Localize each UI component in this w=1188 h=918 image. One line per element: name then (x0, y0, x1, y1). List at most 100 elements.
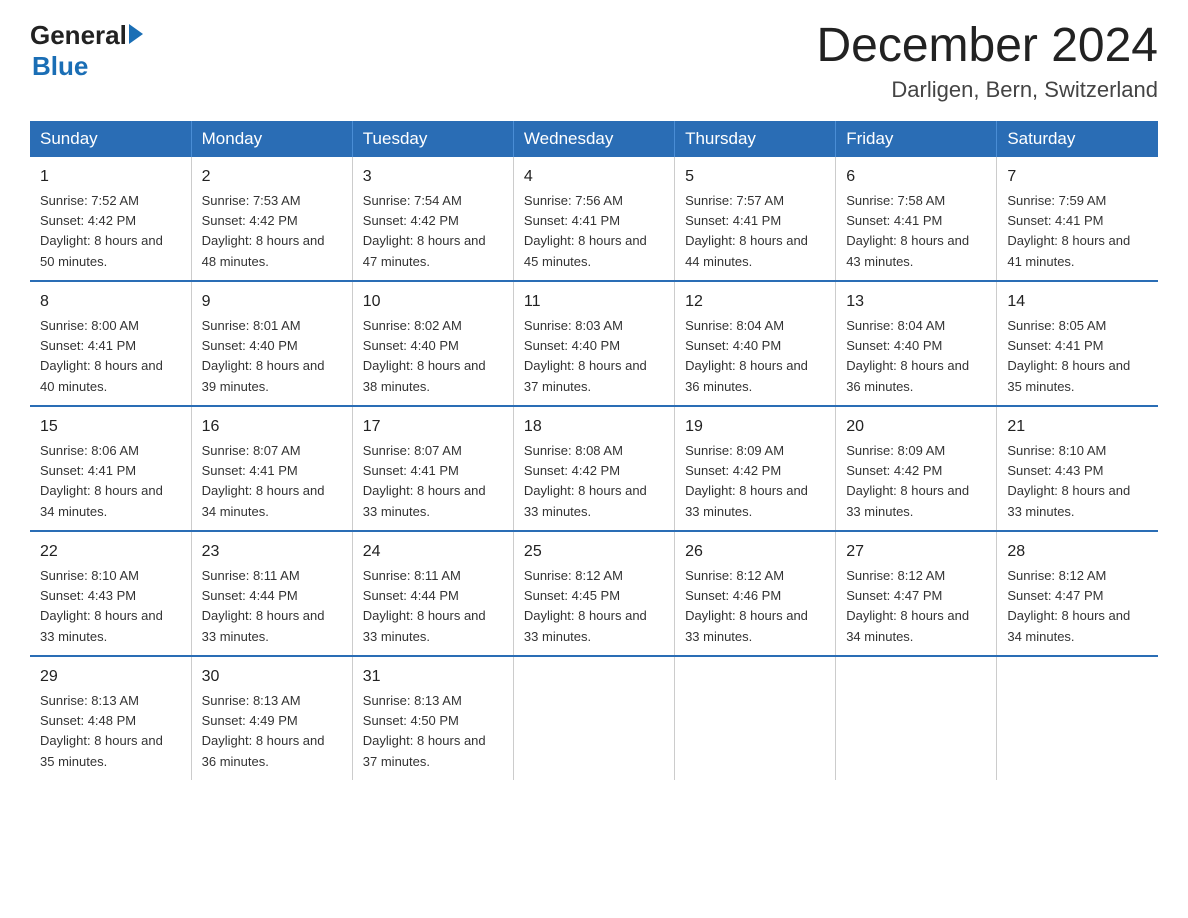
day-header-tuesday: Tuesday (352, 121, 513, 157)
calendar-cell: 7 Sunrise: 7:59 AMSunset: 4:41 PMDaylight… (997, 157, 1158, 281)
location-subtitle: Darligen, Bern, Switzerland (816, 77, 1158, 103)
calendar-week-row: 22 Sunrise: 8:10 AMSunset: 4:43 PMDayligh… (30, 531, 1158, 656)
day-number: 28 (1007, 540, 1148, 564)
day-info: Sunrise: 7:52 AMSunset: 4:42 PMDaylight:… (40, 193, 163, 269)
calendar-cell: 24 Sunrise: 8:11 AMSunset: 4:44 PMDayligh… (352, 531, 513, 656)
calendar-cell (836, 656, 997, 780)
calendar-cell: 17Sunrise: 8:07 AMSunset: 4:41 PMDayligh… (352, 406, 513, 531)
calendar-cell: 28 Sunrise: 8:12 AMSunset: 4:47 PMDayligh… (997, 531, 1158, 656)
calendar-cell: 13Sunrise: 8:04 AMSunset: 4:40 PMDayligh… (836, 281, 997, 406)
day-info: Sunrise: 8:11 AMSunset: 4:44 PMDaylight:… (202, 568, 325, 644)
day-info: Sunrise: 7:53 AMSunset: 4:42 PMDaylight:… (202, 193, 325, 269)
logo-arrow-icon (129, 24, 143, 44)
day-number: 20 (846, 415, 986, 439)
calendar-cell: 8 Sunrise: 8:00 AMSunset: 4:41 PMDaylight… (30, 281, 191, 406)
day-header-thursday: Thursday (675, 121, 836, 157)
day-info: Sunrise: 8:13 AMSunset: 4:50 PMDaylight:… (363, 693, 486, 769)
day-header-wednesday: Wednesday (513, 121, 674, 157)
day-header-friday: Friday (836, 121, 997, 157)
day-number: 7 (1007, 165, 1148, 189)
calendar-cell: 12 Sunrise: 8:04 AMSunset: 4:40 PMDayligh… (675, 281, 836, 406)
day-number: 6 (846, 165, 986, 189)
day-number: 25 (524, 540, 664, 564)
day-info: Sunrise: 8:06 AMSunset: 4:41 PMDaylight:… (40, 443, 163, 519)
day-info: Sunrise: 8:12 AMSunset: 4:47 PMDaylight:… (846, 568, 969, 644)
day-number: 19 (685, 415, 825, 439)
calendar-cell (513, 656, 674, 780)
calendar-cell: 19Sunrise: 8:09 AMSunset: 4:42 PMDayligh… (675, 406, 836, 531)
day-header-monday: Monday (191, 121, 352, 157)
calendar-cell: 14 Sunrise: 8:05 AMSunset: 4:41 PMDayligh… (997, 281, 1158, 406)
calendar-week-row: 1 Sunrise: 7:52 AMSunset: 4:42 PMDaylight… (30, 157, 1158, 281)
calendar-cell: 18 Sunrise: 8:08 AMSunset: 4:42 PMDayligh… (513, 406, 674, 531)
calendar-cell: 4 Sunrise: 7:56 AMSunset: 4:41 PMDaylight… (513, 157, 674, 281)
calendar-cell: 6 Sunrise: 7:58 AMSunset: 4:41 PMDaylight… (836, 157, 997, 281)
day-number: 18 (524, 415, 664, 439)
day-info: Sunrise: 7:56 AMSunset: 4:41 PMDaylight:… (524, 193, 647, 269)
day-info: Sunrise: 8:04 AMSunset: 4:40 PMDaylight:… (685, 318, 808, 394)
day-number: 26 (685, 540, 825, 564)
day-info: Sunrise: 8:09 AMSunset: 4:42 PMDaylight:… (846, 443, 969, 519)
day-number: 8 (40, 290, 181, 314)
calendar-cell: 22 Sunrise: 8:10 AMSunset: 4:43 PMDayligh… (30, 531, 191, 656)
day-info: Sunrise: 8:12 AMSunset: 4:47 PMDaylight:… (1007, 568, 1130, 644)
day-headers-row: SundayMondayTuesdayWednesdayThursdayFrid… (30, 121, 1158, 157)
day-header-saturday: Saturday (997, 121, 1158, 157)
day-info: Sunrise: 8:12 AMSunset: 4:45 PMDaylight:… (524, 568, 647, 644)
calendar-cell: 23 Sunrise: 8:11 AMSunset: 4:44 PMDayligh… (191, 531, 352, 656)
day-info: Sunrise: 8:00 AMSunset: 4:41 PMDaylight:… (40, 318, 163, 394)
day-info: Sunrise: 8:10 AMSunset: 4:43 PMDaylight:… (40, 568, 163, 644)
day-number: 12 (685, 290, 825, 314)
day-info: Sunrise: 8:07 AMSunset: 4:41 PMDaylight:… (202, 443, 325, 519)
day-info: Sunrise: 8:13 AMSunset: 4:48 PMDaylight:… (40, 693, 163, 769)
day-info: Sunrise: 8:05 AMSunset: 4:41 PMDaylight:… (1007, 318, 1130, 394)
calendar-cell: 11Sunrise: 8:03 AMSunset: 4:40 PMDayligh… (513, 281, 674, 406)
day-info: Sunrise: 8:08 AMSunset: 4:42 PMDaylight:… (524, 443, 647, 519)
day-info: Sunrise: 7:59 AMSunset: 4:41 PMDaylight:… (1007, 193, 1130, 269)
calendar-cell: 21Sunrise: 8:10 AMSunset: 4:43 PMDayligh… (997, 406, 1158, 531)
calendar-cell (675, 656, 836, 780)
day-number: 30 (202, 665, 342, 689)
day-number: 2 (202, 165, 342, 189)
calendar-cell: 3Sunrise: 7:54 AMSunset: 4:42 PMDaylight… (352, 157, 513, 281)
calendar-cell: 9Sunrise: 8:01 AMSunset: 4:40 PMDaylight… (191, 281, 352, 406)
day-info: Sunrise: 8:10 AMSunset: 4:43 PMDaylight:… (1007, 443, 1130, 519)
calendar-week-row: 15 Sunrise: 8:06 AMSunset: 4:41 PMDayligh… (30, 406, 1158, 531)
day-number: 13 (846, 290, 986, 314)
day-number: 22 (40, 540, 181, 564)
calendar-cell: 26 Sunrise: 8:12 AMSunset: 4:46 PMDayligh… (675, 531, 836, 656)
day-info: Sunrise: 7:58 AMSunset: 4:41 PMDaylight:… (846, 193, 969, 269)
day-number: 27 (846, 540, 986, 564)
calendar-cell: 30Sunrise: 8:13 AMSunset: 4:49 PMDayligh… (191, 656, 352, 780)
calendar-cell: 29 Sunrise: 8:13 AMSunset: 4:48 PMDayligh… (30, 656, 191, 780)
day-number: 14 (1007, 290, 1148, 314)
calendar-cell: 20 Sunrise: 8:09 AMSunset: 4:42 PMDayligh… (836, 406, 997, 531)
page-header: General Blue December 2024 Darligen, Ber… (30, 20, 1158, 103)
logo-blue: Blue (32, 51, 88, 82)
day-number: 24 (363, 540, 503, 564)
day-header-sunday: Sunday (30, 121, 191, 157)
day-info: Sunrise: 7:57 AMSunset: 4:41 PMDaylight:… (685, 193, 808, 269)
calendar-cell (997, 656, 1158, 780)
day-number: 4 (524, 165, 664, 189)
day-info: Sunrise: 8:12 AMSunset: 4:46 PMDaylight:… (685, 568, 808, 644)
day-number: 23 (202, 540, 342, 564)
day-info: Sunrise: 8:11 AMSunset: 4:44 PMDaylight:… (363, 568, 486, 644)
calendar-week-row: 8 Sunrise: 8:00 AMSunset: 4:41 PMDaylight… (30, 281, 1158, 406)
calendar-cell: 2 Sunrise: 7:53 AMSunset: 4:42 PMDaylight… (191, 157, 352, 281)
day-number: 29 (40, 665, 181, 689)
day-info: Sunrise: 8:01 AMSunset: 4:40 PMDaylight:… (202, 318, 325, 394)
day-number: 31 (363, 665, 503, 689)
calendar-cell: 5Sunrise: 7:57 AMSunset: 4:41 PMDaylight… (675, 157, 836, 281)
calendar-cell: 1 Sunrise: 7:52 AMSunset: 4:42 PMDaylight… (30, 157, 191, 281)
day-number: 3 (363, 165, 503, 189)
calendar-table: SundayMondayTuesdayWednesdayThursdayFrid… (30, 121, 1158, 780)
title-block: December 2024 Darligen, Bern, Switzerlan… (816, 20, 1158, 103)
month-year-title: December 2024 (816, 20, 1158, 73)
calendar-week-row: 29 Sunrise: 8:13 AMSunset: 4:48 PMDayligh… (30, 656, 1158, 780)
logo-general: General (30, 20, 127, 51)
day-number: 16 (202, 415, 342, 439)
calendar-cell: 25 Sunrise: 8:12 AMSunset: 4:45 PMDayligh… (513, 531, 674, 656)
day-number: 15 (40, 415, 181, 439)
day-number: 1 (40, 165, 181, 189)
